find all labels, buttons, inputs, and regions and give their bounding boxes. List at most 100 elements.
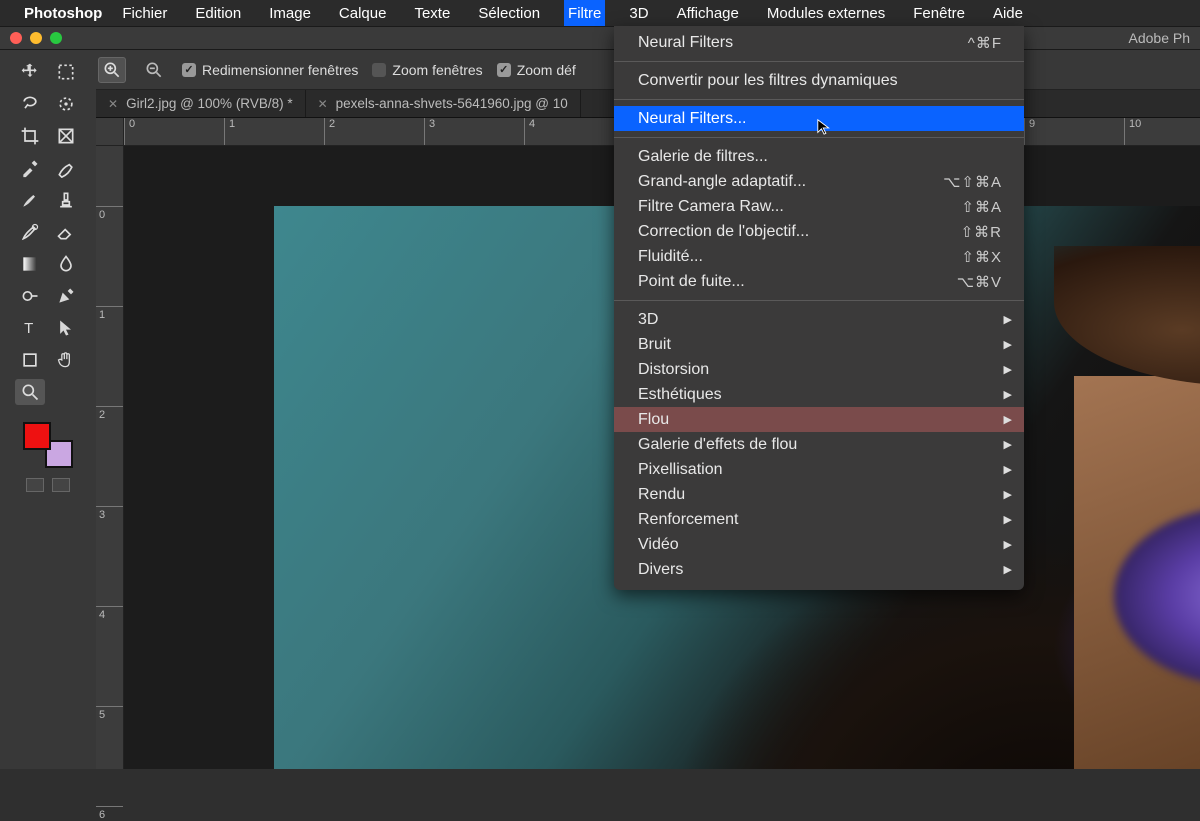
menu-item[interactable]: Convertir pour les filtres dynamiques [614, 68, 1024, 93]
menu-item-label: Esthétiques [638, 386, 722, 404]
menubar-item-image[interactable]: Image [265, 0, 315, 26]
menu-item-label: Vidéo [638, 536, 679, 554]
menu-item-shortcut: ^⌘F [968, 34, 1002, 52]
menu-item[interactable]: Bruit [614, 332, 1024, 357]
traffic-light-close[interactable] [10, 32, 22, 44]
menu-item[interactable]: 3D [614, 307, 1024, 332]
menu-item[interactable]: Point de fuite...⌥⌘V [614, 269, 1024, 294]
menu-item-label: Neural Filters... [638, 110, 746, 128]
menubar-item-aide[interactable]: Aide [989, 0, 1027, 26]
traffic-light-minimize[interactable] [30, 32, 42, 44]
macos-menubar: Photoshop Fichier Edition Image Calque T… [0, 0, 1200, 26]
menu-item-label: Point de fuite... [638, 273, 745, 291]
foreground-color-swatch[interactable] [23, 422, 51, 450]
dodge-tool-icon[interactable] [15, 283, 45, 309]
eraser-tool-icon[interactable] [51, 219, 81, 245]
menubar-item-edition[interactable]: Edition [191, 0, 245, 26]
menubar-item-texte[interactable]: Texte [410, 0, 454, 26]
menu-item[interactable]: Distorsion [614, 357, 1024, 382]
menu-item[interactable]: Galerie de filtres... [614, 144, 1024, 169]
zoom-def-checkbox[interactable]: ✓Zoom déf [497, 62, 576, 78]
quick-select-tool-icon[interactable] [51, 91, 81, 117]
menu-item-label: Renforcement [638, 511, 739, 529]
menu-item[interactable]: Esthétiques [614, 382, 1024, 407]
lasso-tool-icon[interactable] [15, 91, 45, 117]
crop-tool-icon[interactable] [15, 123, 45, 149]
menubar-item-3d[interactable]: 3D [625, 0, 652, 26]
zoom-def-label: Zoom déf [517, 62, 576, 78]
ruler-tick: 3 [96, 506, 123, 521]
traffic-light-zoom[interactable] [50, 32, 62, 44]
document-tab[interactable]: ✕ pexels-anna-shvets-5641960.jpg @ 10 [306, 90, 581, 117]
menubar-item-filtre[interactable]: Filtre [564, 0, 605, 26]
resize-windows-checkbox[interactable]: ✓Redimensionner fenêtres [182, 62, 358, 78]
app-name[interactable]: Photoshop [24, 5, 102, 22]
screenmode-icon[interactable] [52, 478, 70, 492]
menu-item-label: Convertir pour les filtres dynamiques [638, 72, 898, 90]
eyedropper-tool-icon[interactable] [15, 155, 45, 181]
vertical-ruler[interactable]: 0123456 [96, 146, 124, 769]
menubar-item-fichier[interactable]: Fichier [118, 0, 171, 26]
zoom-windows-label: Zoom fenêtres [392, 62, 482, 78]
menu-item-label: Galerie d'effets de flou [638, 436, 797, 454]
healing-brush-tool-icon[interactable] [51, 155, 81, 181]
brush-tool-icon[interactable] [15, 187, 45, 213]
frame-tool-icon[interactable] [51, 123, 81, 149]
resize-windows-label: Redimensionner fenêtres [202, 62, 358, 78]
quickmask-icon[interactable] [26, 478, 44, 492]
shape-tool-icon[interactable] [15, 347, 45, 373]
menu-item[interactable]: Flou [614, 407, 1024, 432]
ruler-tick: 5 [96, 706, 123, 721]
history-brush-tool-icon[interactable] [15, 219, 45, 245]
zoom-windows-checkbox[interactable]: ✓Zoom fenêtres [372, 62, 482, 78]
type-tool-icon[interactable]: T [15, 315, 45, 341]
zoom-tool-icon[interactable] [15, 379, 45, 405]
menu-item[interactable]: Renforcement [614, 507, 1024, 532]
blur-tool-icon[interactable] [51, 251, 81, 277]
stamp-tool-icon[interactable] [51, 187, 81, 213]
menubar-item-modules[interactable]: Modules externes [763, 0, 889, 26]
menu-item[interactable]: Rendu [614, 482, 1024, 507]
menu-item-label: 3D [638, 311, 658, 329]
menubar-item-calque[interactable]: Calque [335, 0, 391, 26]
menu-item-label: Galerie de filtres... [638, 148, 768, 166]
menu-item-shortcut: ⇧⌘X [961, 248, 1002, 266]
svg-text:T: T [24, 320, 33, 337]
menu-item[interactable]: Fluidité...⇧⌘X [614, 244, 1024, 269]
color-swatches[interactable] [23, 422, 73, 468]
menu-item[interactable]: Grand-angle adaptatif...⌥⇧⌘A [614, 169, 1024, 194]
menu-item[interactable]: Correction de l'objectif...⇧⌘R [614, 219, 1024, 244]
menubar-item-selection[interactable]: Sélection [474, 0, 544, 26]
ruler-tick: 0 [96, 206, 123, 221]
document-tab[interactable]: ✕ Girl2.jpg @ 100% (RVB/8) * [96, 90, 306, 117]
image-region [1054, 246, 1200, 386]
menu-item[interactable]: Vidéo [614, 532, 1024, 557]
ruler-tick: 2 [96, 406, 123, 421]
menu-item[interactable]: Filtre Camera Raw...⇧⌘A [614, 194, 1024, 219]
marquee-tool-icon[interactable] [51, 59, 81, 85]
menu-item-label: Flou [638, 411, 669, 429]
menu-item-label: Filtre Camera Raw... [638, 198, 784, 216]
ruler-tick: 4 [524, 118, 535, 145]
pen-tool-icon[interactable] [51, 283, 81, 309]
menu-item[interactable]: Galerie d'effets de flou [614, 432, 1024, 457]
ruler-tick: 10 [1124, 118, 1141, 145]
menu-item[interactable]: Pixellisation [614, 457, 1024, 482]
menubar-item-affichage[interactable]: Affichage [673, 0, 743, 26]
menu-item-shortcut: ⌥⇧⌘A [943, 173, 1002, 191]
menu-item[interactable]: Neural Filters ^⌘F [614, 30, 1024, 55]
close-tab-icon[interactable]: ✕ [108, 97, 118, 111]
path-select-tool-icon[interactable] [51, 315, 81, 341]
gradient-tool-icon[interactable] [15, 251, 45, 277]
move-tool-icon[interactable] [15, 59, 45, 85]
ruler-tick: 3 [424, 118, 435, 145]
hand-tool-icon[interactable] [51, 347, 81, 373]
zoom-in-button[interactable] [98, 57, 126, 83]
menubar-item-fenetre[interactable]: Fenêtre [909, 0, 969, 26]
zoom-out-button[interactable] [140, 57, 168, 83]
ruler-tick: 4 [96, 606, 123, 621]
menu-item[interactable]: Divers [614, 557, 1024, 582]
screen-mode-icons [26, 478, 70, 492]
close-tab-icon[interactable]: ✕ [318, 97, 328, 111]
menu-item-label: Neural Filters [638, 34, 733, 52]
